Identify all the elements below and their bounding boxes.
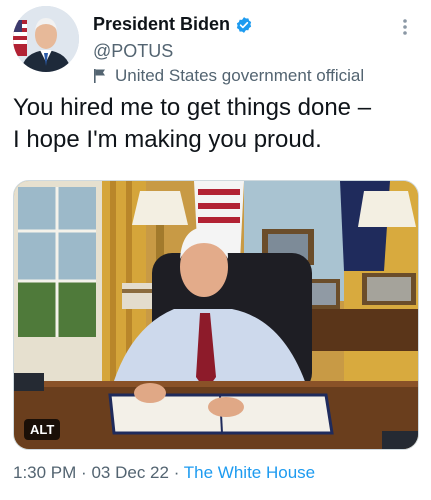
alt-text-badge[interactable]: ALT (24, 419, 61, 440)
more-options-icon[interactable] (395, 16, 415, 40)
meta-separator: · (81, 463, 87, 482)
oval-office-photo (14, 181, 418, 449)
avatar[interactable] (13, 6, 79, 72)
tweet-source-link[interactable]: The White House (184, 463, 315, 482)
author-name-row: President Biden (93, 14, 253, 35)
verified-badge-icon (235, 16, 253, 34)
tweet-meta: 1:30 PM · 03 Dec 22 · The White House (13, 463, 315, 483)
author-handle[interactable]: @POTUS (93, 41, 173, 62)
avatar-image (13, 6, 79, 72)
flag-icon (93, 68, 107, 84)
meta-separator-2: · (173, 463, 180, 482)
author-display-name[interactable]: President Biden (93, 14, 230, 35)
tweet-date[interactable]: 03 Dec 22 (91, 463, 169, 482)
tweet-text: You hired me to get things done – I hope… (13, 94, 372, 153)
tweet-photo[interactable]: ALT (13, 180, 419, 450)
tweet-time[interactable]: 1:30 PM (13, 463, 76, 482)
account-label[interactable]: United States government official (93, 66, 364, 86)
account-label-text: United States government official (115, 66, 365, 85)
